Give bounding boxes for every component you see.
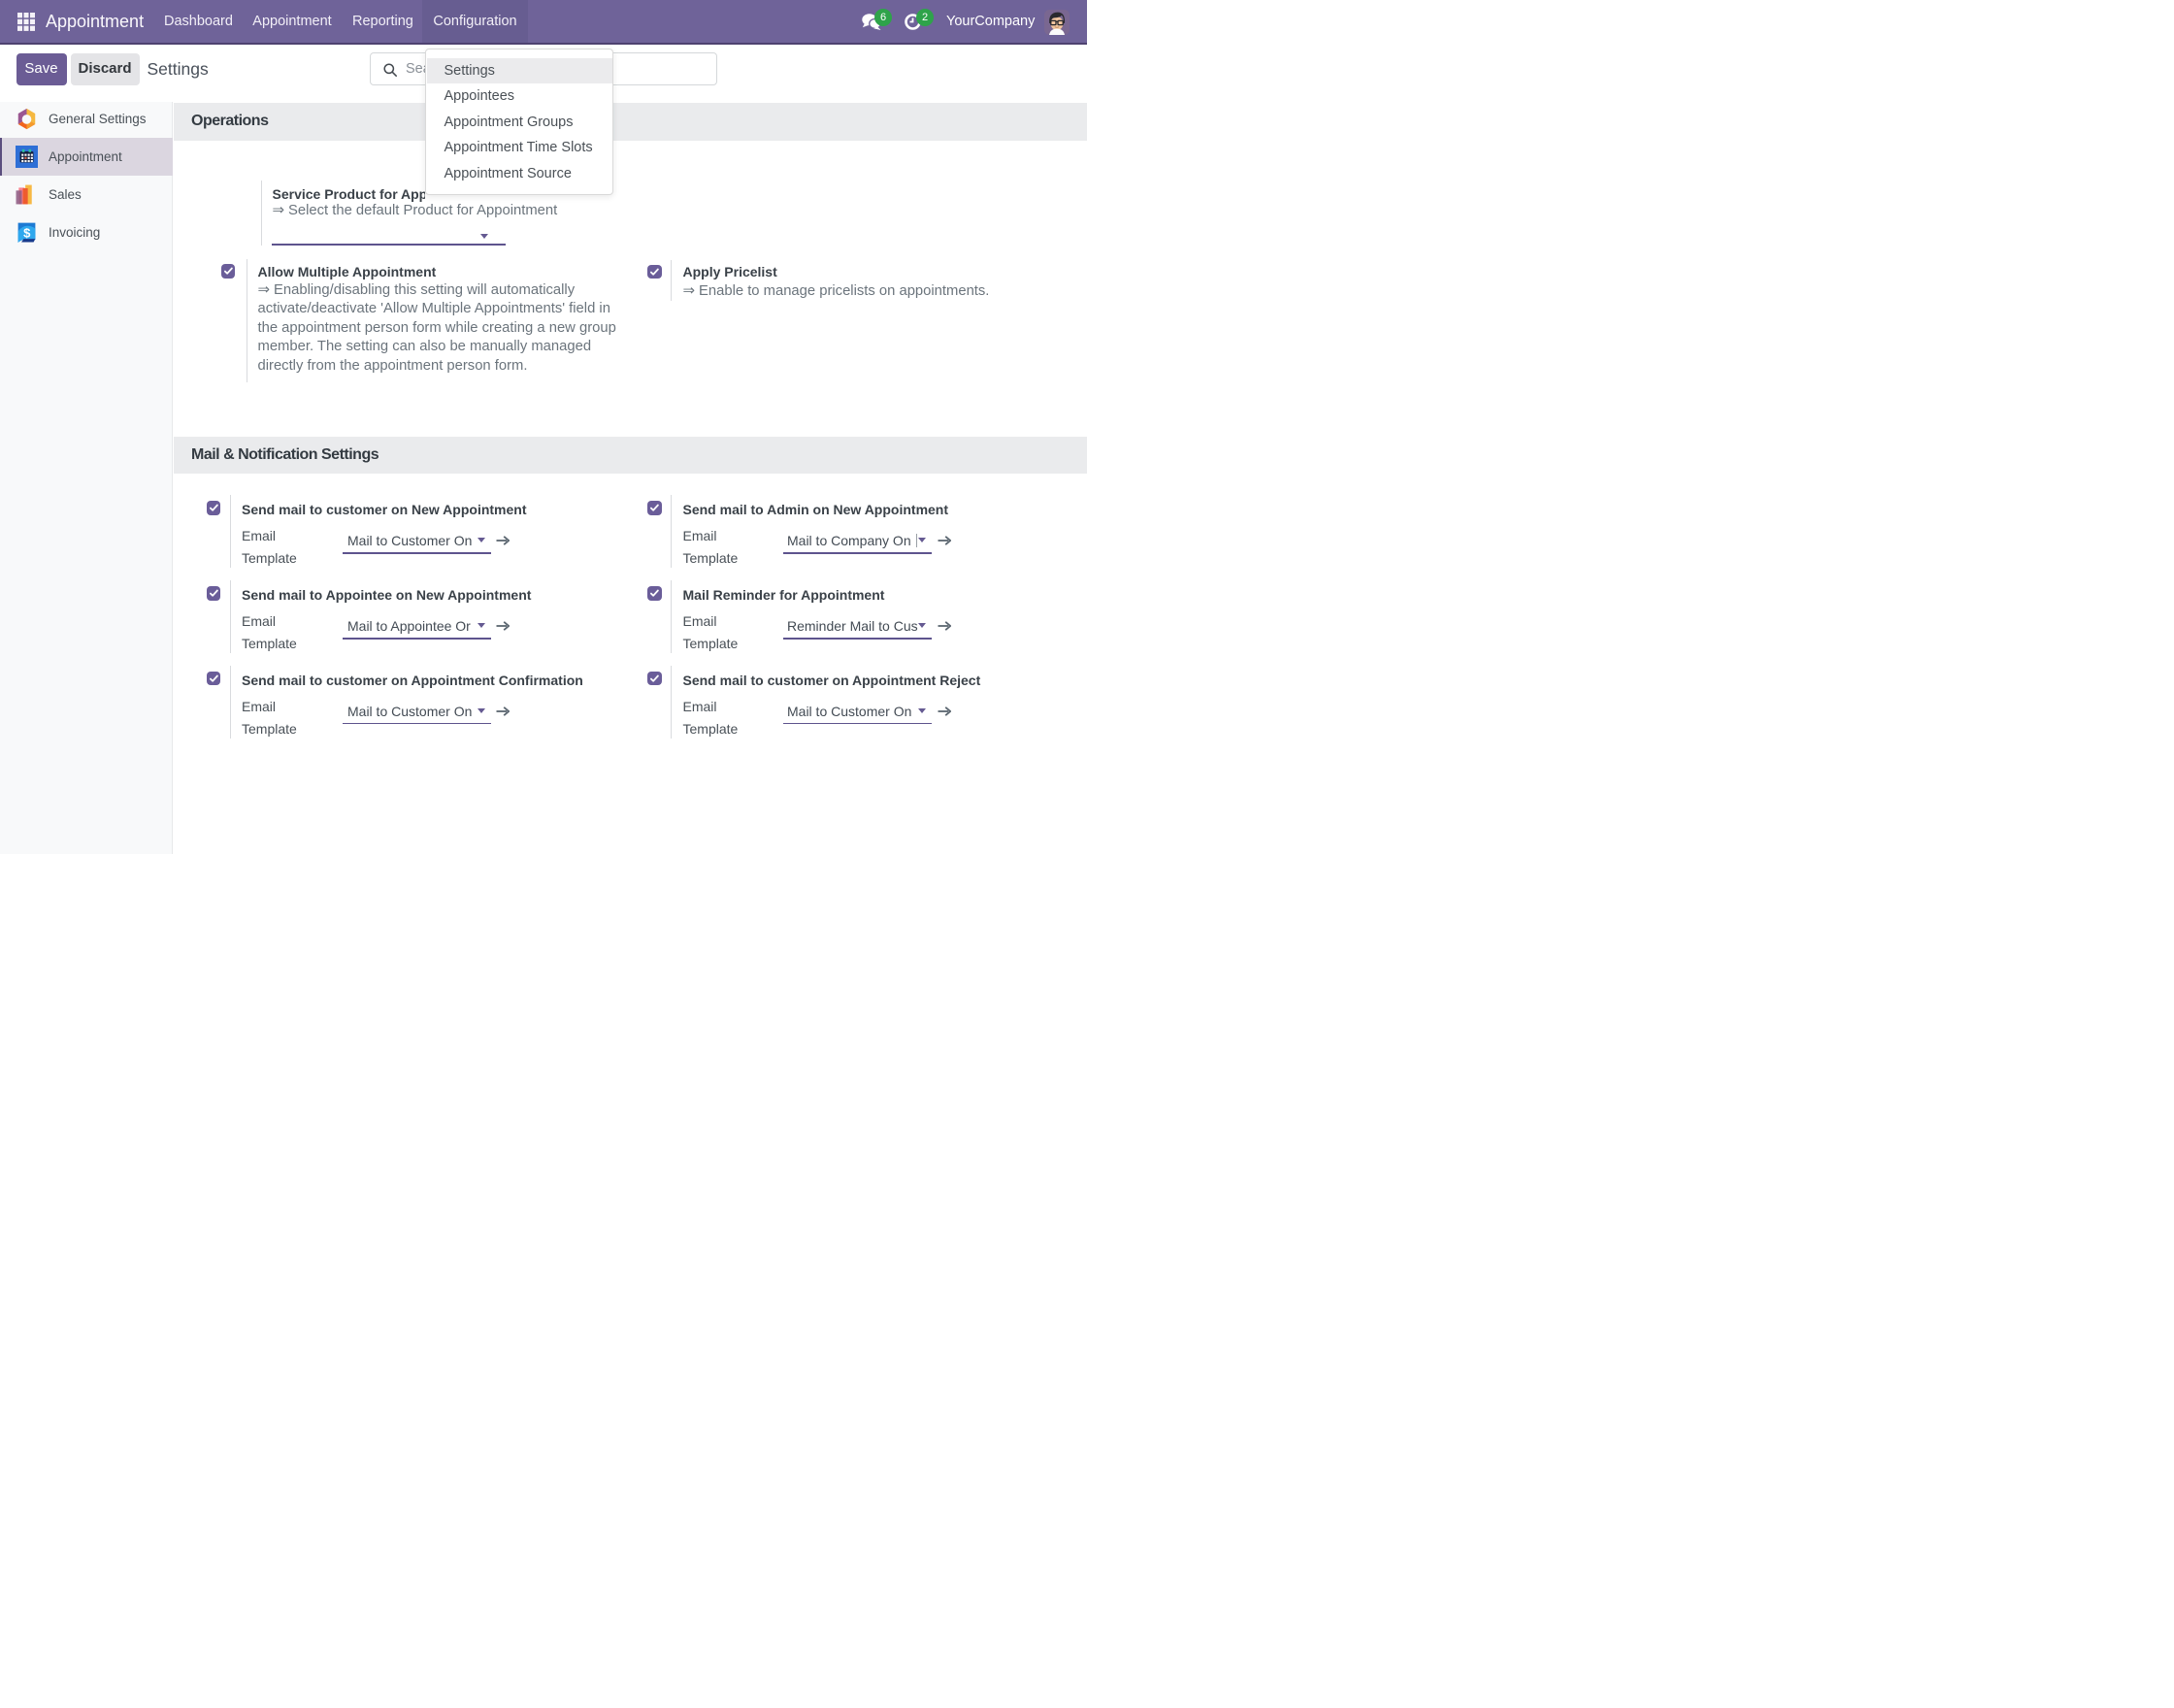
- svg-text:$: $: [23, 226, 31, 241]
